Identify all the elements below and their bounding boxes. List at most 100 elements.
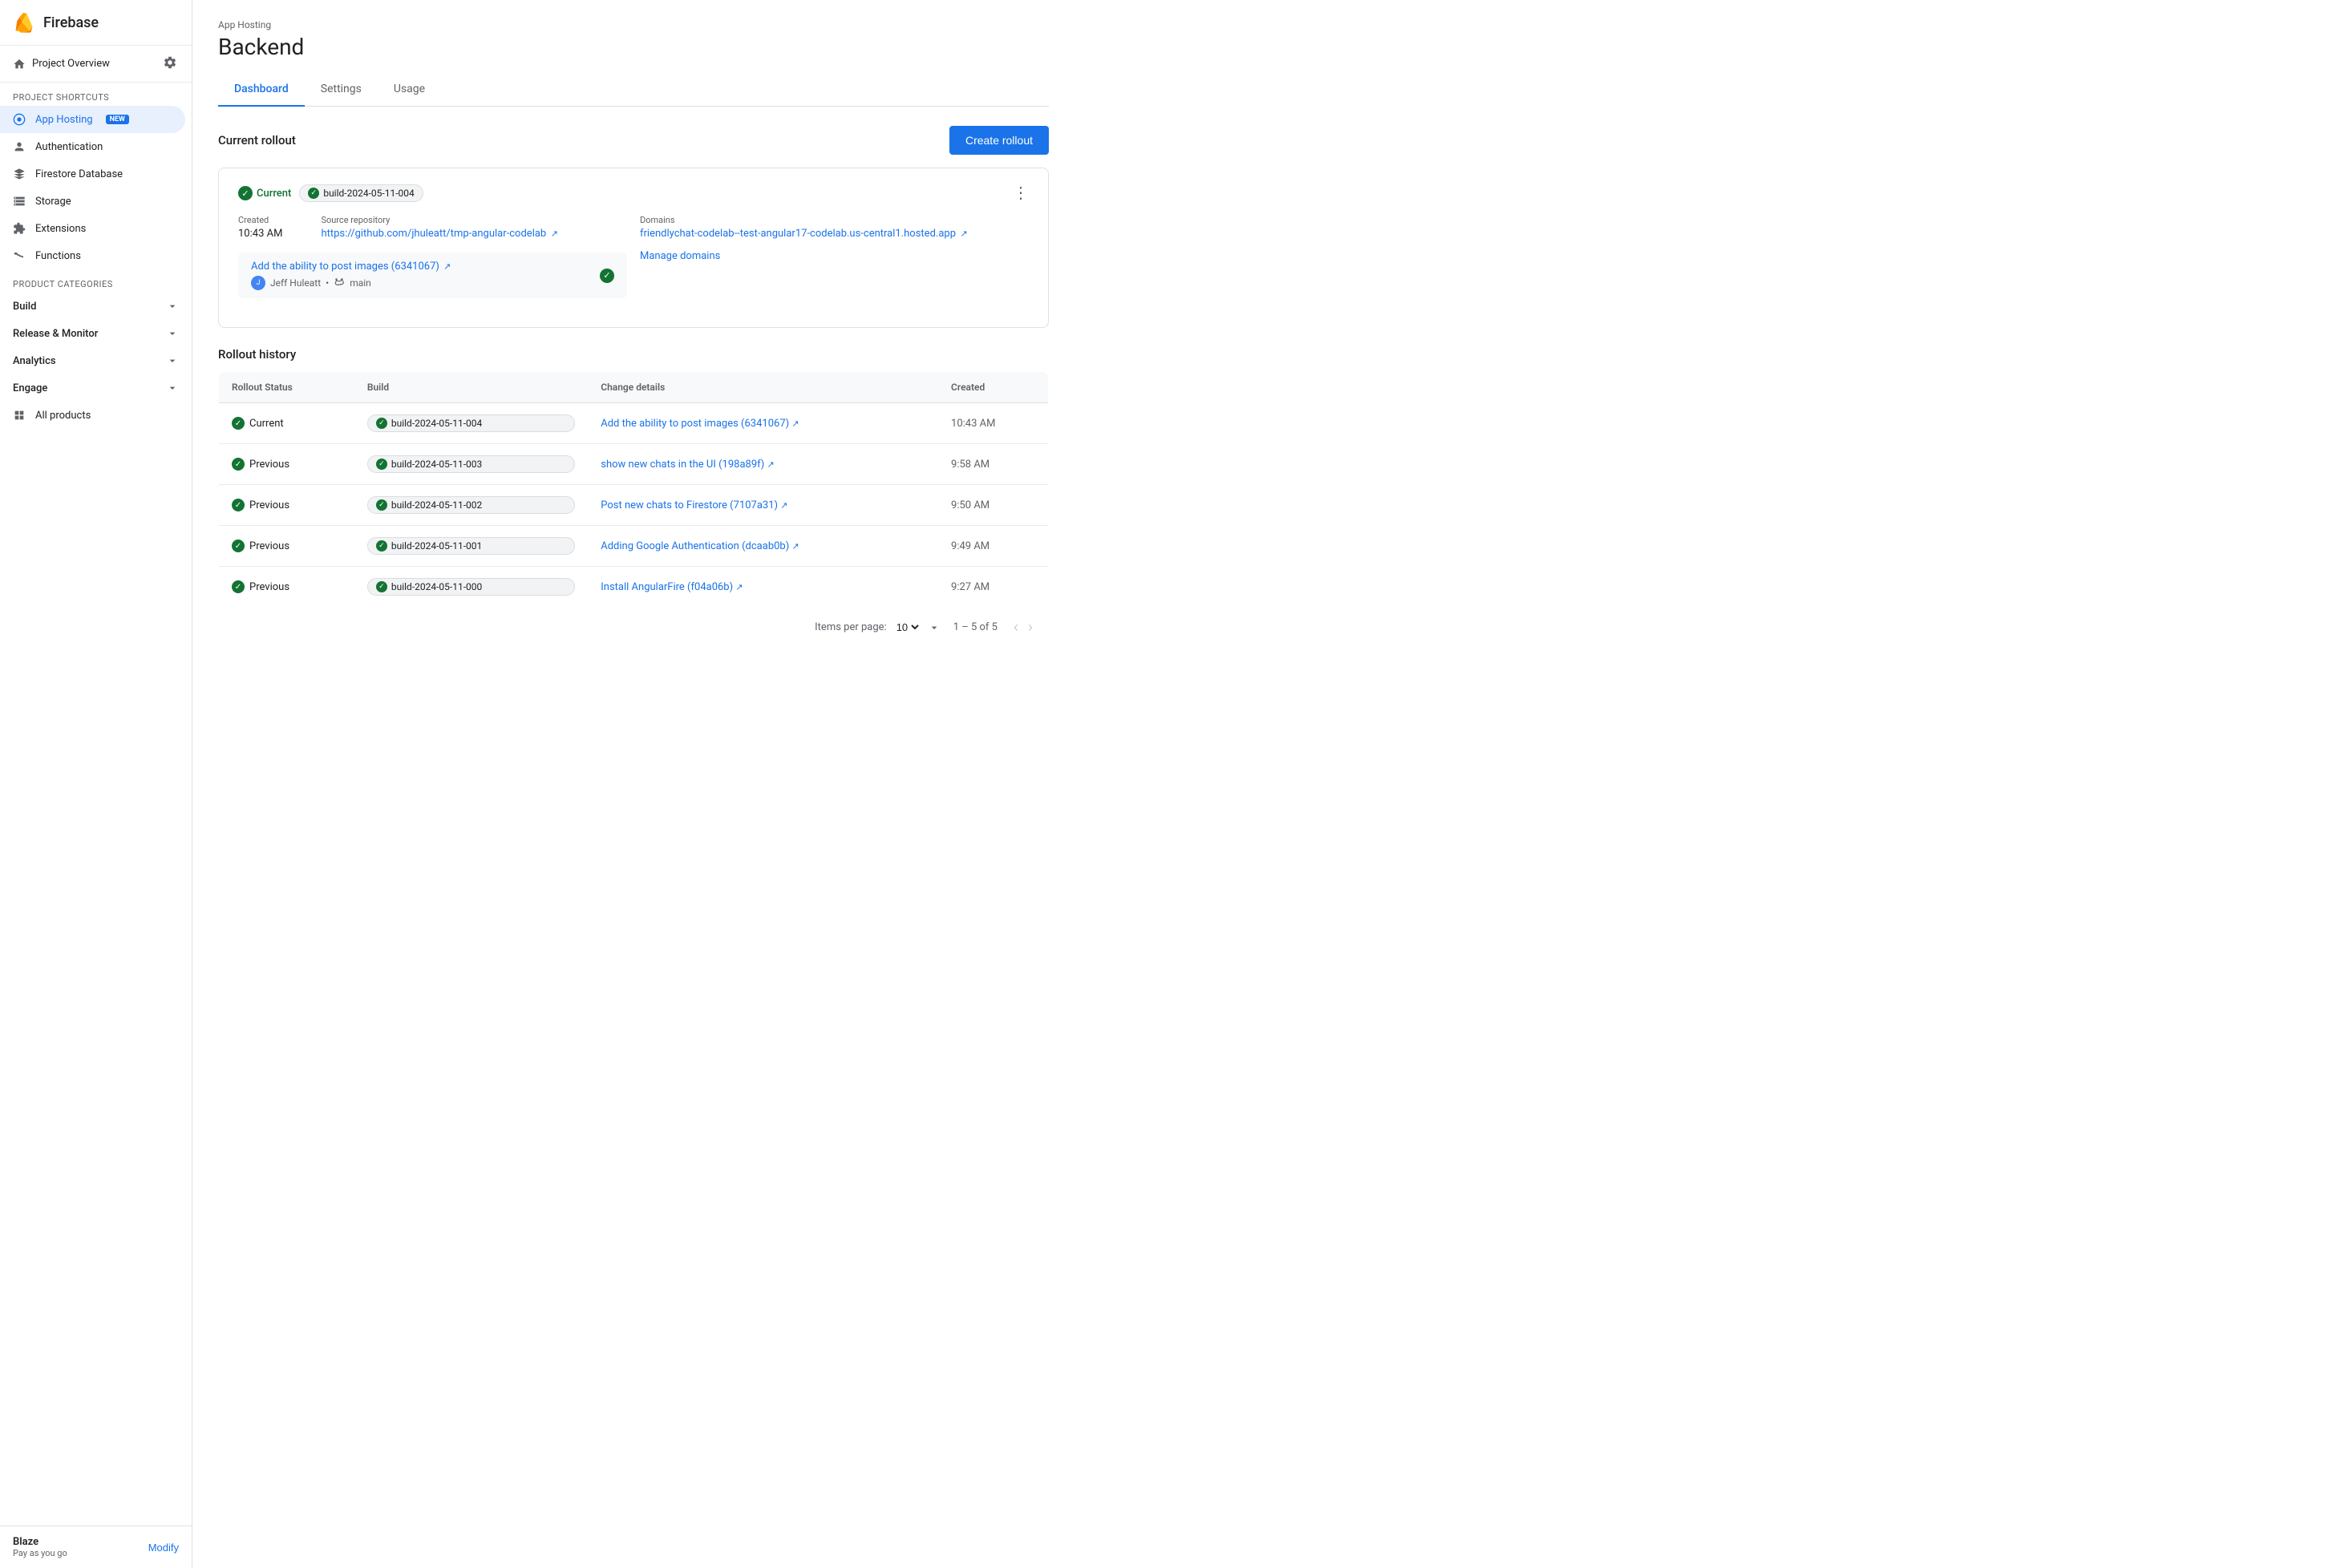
chevron-down-icon <box>166 354 179 367</box>
domain-link[interactable]: friendlychat-codelab--test-angular17-cod… <box>640 228 956 240</box>
row-build-check: ✓ <box>376 418 387 429</box>
card-meta: Created 10:43 AM Source repository https… <box>238 215 627 240</box>
sidebar-item-functions[interactable]: Functions <box>0 242 185 269</box>
project-overview-row[interactable]: Project Overview <box>0 46 192 83</box>
sidebar: Firebase Project Overview Project shortc… <box>0 0 192 1568</box>
items-per-page: Items per page: 10 <box>815 620 941 634</box>
create-rollout-button[interactable]: Create rollout <box>949 126 1049 155</box>
build-cell: ✓ build-2024-05-11-001 <box>354 526 588 567</box>
created-label: Created <box>238 215 282 225</box>
app-hosting-icon <box>13 113 26 126</box>
change-link[interactable]: Post new chats to Firestore (7107a31) ↗ <box>601 499 787 511</box>
sidebar-item-firestore[interactable]: Firestore Database <box>0 160 185 188</box>
row-build-check: ✓ <box>376 499 387 511</box>
col-header-status: Rollout Status <box>219 372 354 403</box>
sidebar-item-all-products[interactable]: All products <box>0 402 185 429</box>
modify-button[interactable]: Modify <box>148 1542 179 1554</box>
manage-domains-link[interactable]: Manage domains <box>640 250 720 262</box>
change-link[interactable]: Add the ability to post images (6341067)… <box>601 418 799 430</box>
tab-dashboard[interactable]: Dashboard <box>218 73 305 107</box>
sidebar-item-app-hosting[interactable]: App Hosting NEW <box>0 106 185 133</box>
page-title: Backend <box>218 34 1049 60</box>
build-check-icon: ✓ <box>308 188 319 199</box>
change-cell: Add the ability to post images (6341067)… <box>588 403 938 444</box>
sidebar-category-engage[interactable]: Engage <box>0 374 192 402</box>
current-rollout-title: Current rollout <box>218 133 296 148</box>
check-circle-icon: ✓ <box>238 186 253 200</box>
breadcrumb: App Hosting <box>218 19 1049 30</box>
sidebar-item-storage[interactable]: Storage <box>0 188 185 215</box>
tabs: Dashboard Settings Usage <box>218 73 1049 107</box>
table-row: ✓ Previous ✓ build-2024-05-11-000 Instal… <box>219 567 1049 608</box>
table-row: ✓ Previous ✓ build-2024-05-11-001 Adding… <box>219 526 1049 567</box>
commit-author: J Jeff Huleatt • main <box>251 276 451 290</box>
source-repo-link[interactable]: https://github.com/jhuleatt/tmp-angular-… <box>321 228 546 240</box>
settings-icon-button[interactable] <box>161 54 179 74</box>
sidebar-category-build[interactable]: Build <box>0 293 192 320</box>
commit-row: Add the ability to post images (6341067)… <box>238 253 627 298</box>
items-per-page-select[interactable]: 10 <box>893 620 921 634</box>
change-link[interactable]: show new chats in the UI (198a89f) ↗ <box>601 459 775 471</box>
main-content: App Hosting Backend Dashboard Settings U… <box>192 0 2327 1568</box>
current-rollout-card: ✓ Current ✓ build-2024-05-11-004 ⋮ Creat… <box>218 168 1049 328</box>
change-link[interactable]: Install AngularFire (f04a06b) ↗ <box>601 581 743 593</box>
pagination: Items per page: 10 1 – 5 of 5 ‹ › <box>218 608 1049 647</box>
commit-link[interactable]: Add the ability to post images (6341067)… <box>251 261 451 273</box>
created-cell: 9:50 AM <box>938 485 1048 526</box>
row-status: Current <box>249 418 284 430</box>
current-status-badge: ✓ Current <box>238 186 291 200</box>
dropdown-icon <box>928 621 941 634</box>
branch-icon <box>334 277 345 289</box>
col-header-created: Created <box>938 372 1048 403</box>
change-cell: Post new chats to Firestore (7107a31) ↗ <box>588 485 938 526</box>
home-icon <box>13 58 26 71</box>
row-check-icon: ✓ <box>232 580 245 593</box>
created-cell: 9:49 AM <box>938 526 1048 567</box>
extensions-icon <box>13 222 26 235</box>
build-cell: ✓ build-2024-05-11-000 <box>354 567 588 608</box>
row-build-id: build-2024-05-11-001 <box>391 540 482 552</box>
sidebar-category-analytics[interactable]: Analytics <box>0 347 192 374</box>
row-check-icon: ✓ <box>232 458 245 471</box>
build-cell: ✓ build-2024-05-11-004 <box>354 403 588 444</box>
tab-usage[interactable]: Usage <box>378 73 441 107</box>
created-cell: 9:27 AM <box>938 567 1048 608</box>
domains-label: Domains <box>640 215 1029 225</box>
col-header-change: Change details <box>588 372 938 403</box>
row-build-badge: ✓ build-2024-05-11-001 <box>367 537 575 555</box>
product-categories-label: Product categories <box>0 269 192 293</box>
status-cell: ✓ Current <box>219 403 354 444</box>
sidebar-item-extensions[interactable]: Extensions <box>0 215 185 242</box>
gear-icon <box>163 55 177 70</box>
prev-page-button[interactable]: ‹ <box>1010 616 1022 639</box>
sidebar-category-release-monitor[interactable]: Release & Monitor <box>0 320 192 347</box>
authentication-icon <box>13 140 26 153</box>
row-check-icon: ✓ <box>232 499 245 511</box>
build-badge: ✓ build-2024-05-11-004 <box>299 184 423 202</box>
plan-name: Blaze <box>13 1536 67 1548</box>
rollout-history-section: Rollout history Rollout Status Build Cha… <box>218 347 1049 647</box>
sidebar-item-authentication[interactable]: Authentication <box>0 133 185 160</box>
avatar: J <box>251 276 265 290</box>
more-options-button[interactable]: ⋮ <box>1013 185 1029 201</box>
row-build-check: ✓ <box>376 540 387 552</box>
row-build-id: build-2024-05-11-003 <box>391 459 482 470</box>
chevron-down-icon <box>166 300 179 313</box>
tab-settings[interactable]: Settings <box>305 73 378 107</box>
build-cell: ✓ build-2024-05-11-002 <box>354 485 588 526</box>
row-build-check: ✓ <box>376 581 387 592</box>
col-header-build: Build <box>354 372 588 403</box>
change-cell: Adding Google Authentication (dcaab0b) ↗ <box>588 526 938 567</box>
source-repo-label: Source repository <box>321 215 558 225</box>
external-link-icon: ↗ <box>551 228 558 239</box>
firestore-icon <box>13 168 26 180</box>
project-shortcuts-label: Project shortcuts <box>0 83 192 106</box>
plan-subtitle: Pay as you go <box>13 1548 67 1558</box>
row-status: Previous <box>249 540 289 552</box>
next-page-button[interactable]: › <box>1025 616 1036 639</box>
rollout-history-title: Rollout history <box>218 347 1049 362</box>
table-row: ✓ Previous ✓ build-2024-05-11-002 Post n… <box>219 485 1049 526</box>
new-badge: NEW <box>106 115 129 124</box>
commit-external-icon: ↗ <box>443 261 451 272</box>
change-link[interactable]: Adding Google Authentication (dcaab0b) ↗ <box>601 540 799 552</box>
